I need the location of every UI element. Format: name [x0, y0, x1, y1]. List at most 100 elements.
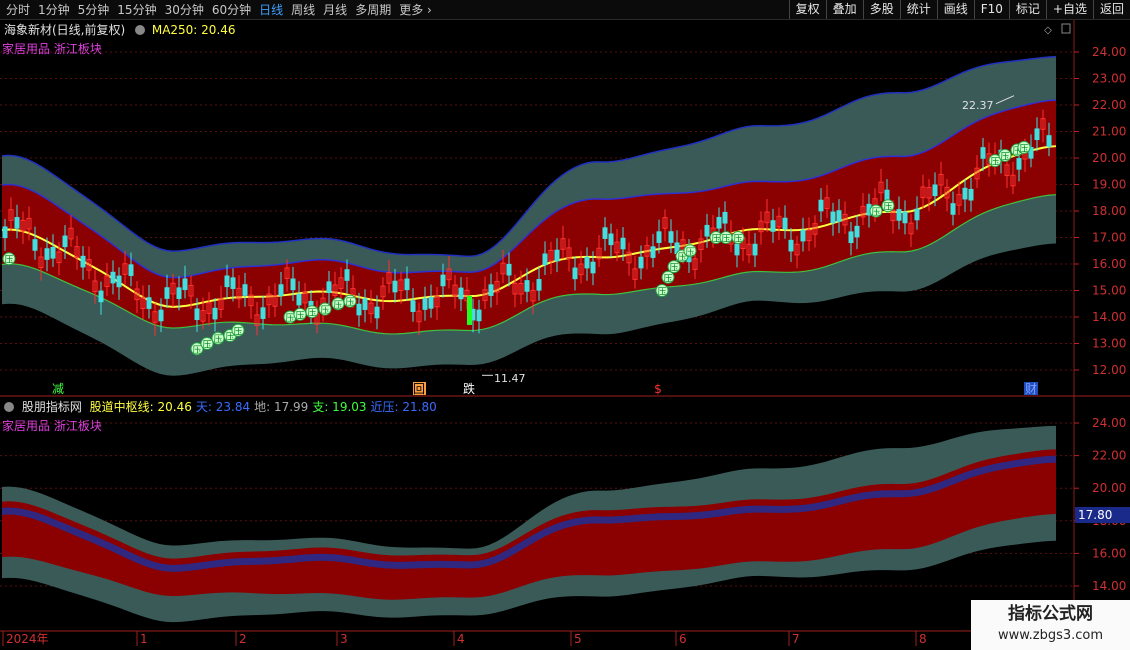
candle-body	[734, 243, 740, 256]
candle-body	[872, 198, 878, 210]
indicator-header: 股朋指标网 股道中枢线: 20.46 天: 23.84 地: 17.99 支: 19.…	[4, 398, 437, 415]
toolbar-button[interactable]: 画线	[936, 0, 974, 19]
toolbar-button[interactable]: 叠加	[825, 0, 863, 19]
price-tick-label: 13.00	[1092, 337, 1126, 351]
candle-body	[938, 173, 944, 186]
candle-body	[344, 269, 350, 281]
resistance-badge-label: 压	[669, 263, 678, 274]
candle-body	[128, 264, 134, 276]
candle-body	[968, 188, 974, 201]
candle-body	[908, 222, 914, 235]
price-tick-label: 19.00	[1092, 178, 1126, 192]
period-tab[interactable]: 60分钟	[208, 1, 255, 18]
resistance-badge-icon	[293, 307, 307, 321]
candle-body	[920, 186, 926, 199]
indicator-name[interactable]: 股朋指标网	[22, 400, 82, 414]
candle-body	[386, 272, 392, 284]
resistance-badge-label: 压	[295, 310, 304, 321]
candle-body	[122, 263, 128, 275]
price-tick-label: 18.00	[1092, 204, 1126, 218]
candle-body	[140, 297, 146, 309]
resistance-badge-label: 压	[285, 313, 294, 324]
event-marker: $	[654, 382, 662, 396]
resistance-badge-label: 压	[233, 326, 242, 337]
candle-body	[770, 220, 776, 232]
indicator-value: 近压: 21.80	[370, 400, 437, 414]
price-tick-label: 12.00	[1092, 363, 1126, 377]
period-tab[interactable]: 1分钟	[34, 1, 74, 18]
candle-body	[314, 313, 320, 325]
candle-body	[416, 310, 422, 323]
indicator-value: 支: 19.03	[312, 400, 367, 414]
period-tab[interactable]: 分时	[2, 1, 34, 18]
indicator-tick-label: 18.00	[1092, 514, 1126, 528]
period-tab[interactable]: 30分钟	[161, 1, 208, 18]
indicator-toggle-icon[interactable]	[4, 402, 14, 412]
high-price-label: 22.37	[962, 99, 994, 112]
toolbar-button[interactable]: 统计	[899, 0, 937, 19]
toolbar-button[interactable]: 标记	[1008, 0, 1046, 19]
period-tab[interactable]: 月线	[319, 1, 351, 18]
candle-body	[2, 226, 8, 239]
toolbar-button[interactable]: 复权	[788, 0, 826, 19]
sector-label: 家居用品 浙江板块	[2, 42, 102, 56]
ma-toggle-icon[interactable]	[135, 25, 146, 35]
period-tab[interactable]: 日线	[255, 1, 287, 18]
toolbar-button[interactable]: F10	[973, 0, 1009, 19]
candle-body	[788, 239, 794, 252]
resistance-badge-icon	[709, 231, 723, 244]
period-tab[interactable]: 周线	[287, 1, 319, 18]
period-tab[interactable]: 多周期	[351, 1, 395, 18]
ma-label: MA250: 20.46	[151, 23, 236, 37]
candle-body	[836, 210, 842, 222]
candle-body	[692, 258, 698, 270]
resistance-badge-label: 压	[307, 308, 316, 319]
candle-body	[146, 297, 152, 309]
candle-body	[176, 287, 182, 299]
time-tick-label: 6	[679, 632, 687, 646]
candle-body	[434, 295, 440, 308]
candle-body	[392, 280, 398, 293]
diamond-icon: ◇	[1044, 25, 1052, 36]
resistance-badge-icon	[231, 323, 245, 337]
candle-body	[716, 216, 722, 229]
candle-body	[80, 255, 86, 268]
resistance-badge-icon	[283, 310, 297, 324]
candle-body	[740, 237, 746, 249]
stock-name[interactable]: 海象新材(日线,前复权)	[4, 23, 125, 37]
indicator-tick-label: 24.00	[1092, 416, 1126, 430]
period-tab[interactable]: 5分钟	[74, 1, 114, 18]
resistance-badge-label: 压	[711, 234, 720, 245]
event-marker-box	[413, 382, 426, 395]
resistance-badge-icon	[661, 270, 675, 284]
toolbar-button[interactable]: 多股	[862, 0, 900, 19]
candle-body	[584, 256, 590, 269]
candle-body	[830, 211, 836, 224]
time-tick-label: 2	[239, 632, 247, 646]
candle-body	[26, 217, 32, 230]
candle-body	[374, 306, 380, 319]
candle-body	[224, 275, 230, 288]
time-tick-label: 3	[340, 632, 348, 646]
resistance-badge-icon	[318, 302, 332, 316]
candle-body	[134, 288, 140, 301]
candle-body	[290, 278, 296, 291]
resistance-badge-label: 压	[733, 234, 742, 245]
candle-body	[542, 253, 548, 266]
candle-body	[752, 243, 758, 256]
candle-body	[50, 247, 56, 259]
period-tab[interactable]: 15分钟	[113, 1, 160, 18]
candle-body	[98, 290, 104, 303]
toolbar-button[interactable]: +自选	[1045, 0, 1093, 19]
kline-chart[interactable]: 压压压压 压压压压压压压 压压压压压压压压压压压压压压压22.3711.47减回跌 $…	[0, 0, 1130, 650]
candle-body	[986, 153, 992, 165]
candle-body	[170, 282, 176, 295]
candle-body	[398, 279, 404, 291]
candle-body	[776, 215, 782, 228]
candle-body	[536, 279, 542, 291]
toolbar-button[interactable]: 返回	[1092, 0, 1130, 19]
price-tick-label: 24.00	[1092, 45, 1126, 59]
period-tab[interactable]: 更多 ›	[395, 1, 436, 18]
candle-body	[194, 308, 200, 321]
candle-body	[902, 211, 908, 224]
